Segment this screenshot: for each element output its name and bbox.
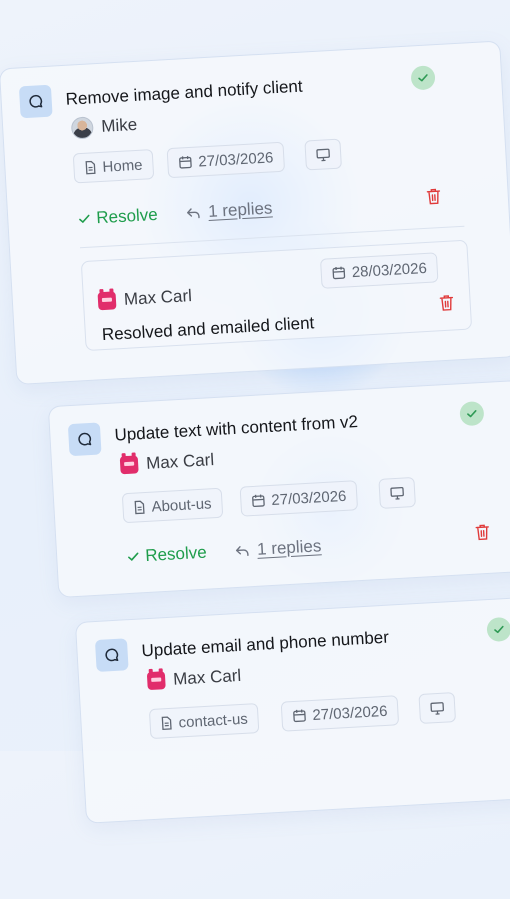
resolved-check-icon[interactable]: [410, 65, 436, 91]
device-chip[interactable]: [418, 692, 457, 725]
chat-bubble-icon: [18, 84, 53, 119]
page-icon: [161, 716, 172, 731]
trash-icon[interactable]: [474, 523, 491, 542]
resolve-button[interactable]: Resolve: [127, 543, 207, 567]
page-chip[interactable]: About-us: [121, 487, 224, 524]
comment-title: Update text with content from v2: [113, 412, 359, 445]
calendar-icon: [332, 266, 346, 280]
date-chip: 28/03/2026: [319, 252, 439, 289]
resolve-button[interactable]: Resolve: [78, 205, 158, 229]
replies-toggle[interactable]: 1 replies: [186, 198, 273, 223]
date-label: 27/03/2026: [197, 148, 274, 170]
replies-toggle[interactable]: 1 replies: [235, 536, 322, 561]
check-icon: [79, 214, 90, 224]
page-label: Home: [102, 156, 143, 176]
page-label: contact-us: [178, 710, 249, 731]
comment-author: Max Carl: [146, 665, 242, 691]
calendar-icon: [179, 156, 192, 169]
reply-arrow-icon: [187, 208, 200, 219]
reply-text: Resolved and emailed client: [101, 313, 315, 345]
trash-icon[interactable]: [425, 187, 442, 206]
calendar-icon: [293, 709, 306, 723]
resolve-label: Resolve: [144, 542, 208, 566]
check-icon: [128, 552, 139, 561]
comment-card: Remove image and notify client Mike Home…: [0, 40, 510, 386]
resolved-check-icon[interactable]: [486, 616, 510, 643]
chat-bubble-icon: [67, 422, 102, 457]
page-chip[interactable]: contact-us: [148, 703, 260, 740]
date-chip: 27/03/2026: [280, 695, 400, 732]
date-label: 28/03/2026: [351, 259, 428, 281]
device-chip[interactable]: [304, 138, 342, 171]
author-name: Max Carl: [172, 665, 242, 689]
avatar: [146, 671, 166, 691]
comment-title: Remove image and notify client: [65, 76, 304, 109]
calendar-icon: [252, 494, 265, 508]
desktop-icon: [316, 148, 330, 161]
desktop-icon: [430, 701, 444, 715]
date-chip: 27/03/2026: [239, 480, 359, 517]
reply-card: Max Carl 28/03/2026 Resolved and emailed…: [80, 239, 473, 352]
page-icon: [85, 160, 96, 175]
trash-icon[interactable]: [438, 293, 455, 312]
comments-stage: Remove image and notify client Mike Home…: [0, 0, 510, 899]
date-chip: 27/03/2026: [166, 141, 286, 179]
comment-card: Update email and phone number Max Carl c…: [74, 594, 510, 824]
replies-link[interactable]: 1 replies: [257, 536, 322, 560]
comment-card: Update text with content from v2 Max Car…: [47, 378, 510, 598]
device-chip[interactable]: [378, 476, 416, 509]
avatar: [119, 455, 139, 475]
date-label: 27/03/2026: [311, 702, 388, 724]
comment-author: Max Carl: [119, 450, 215, 475]
page-chip[interactable]: Home: [72, 149, 155, 184]
author-name: Max Carl: [123, 286, 193, 309]
comment-author: Mike: [70, 114, 138, 140]
avatar: [70, 116, 94, 140]
page-icon: [134, 500, 145, 515]
desktop-icon: [390, 486, 404, 500]
author-name: Max Carl: [145, 450, 215, 473]
reply-arrow-icon: [235, 546, 249, 557]
page-label: About-us: [151, 494, 212, 516]
replies-link[interactable]: 1 replies: [208, 198, 273, 222]
author-name: Mike: [100, 114, 138, 136]
chat-bubble-icon: [94, 638, 129, 672]
resolve-label: Resolve: [95, 204, 159, 228]
reply-author: Max Carl: [97, 286, 192, 311]
date-label: 27/03/2026: [270, 487, 347, 509]
avatar: [97, 291, 117, 311]
resolved-check-icon[interactable]: [459, 400, 485, 427]
comment-title: Update email and phone number: [141, 627, 390, 661]
